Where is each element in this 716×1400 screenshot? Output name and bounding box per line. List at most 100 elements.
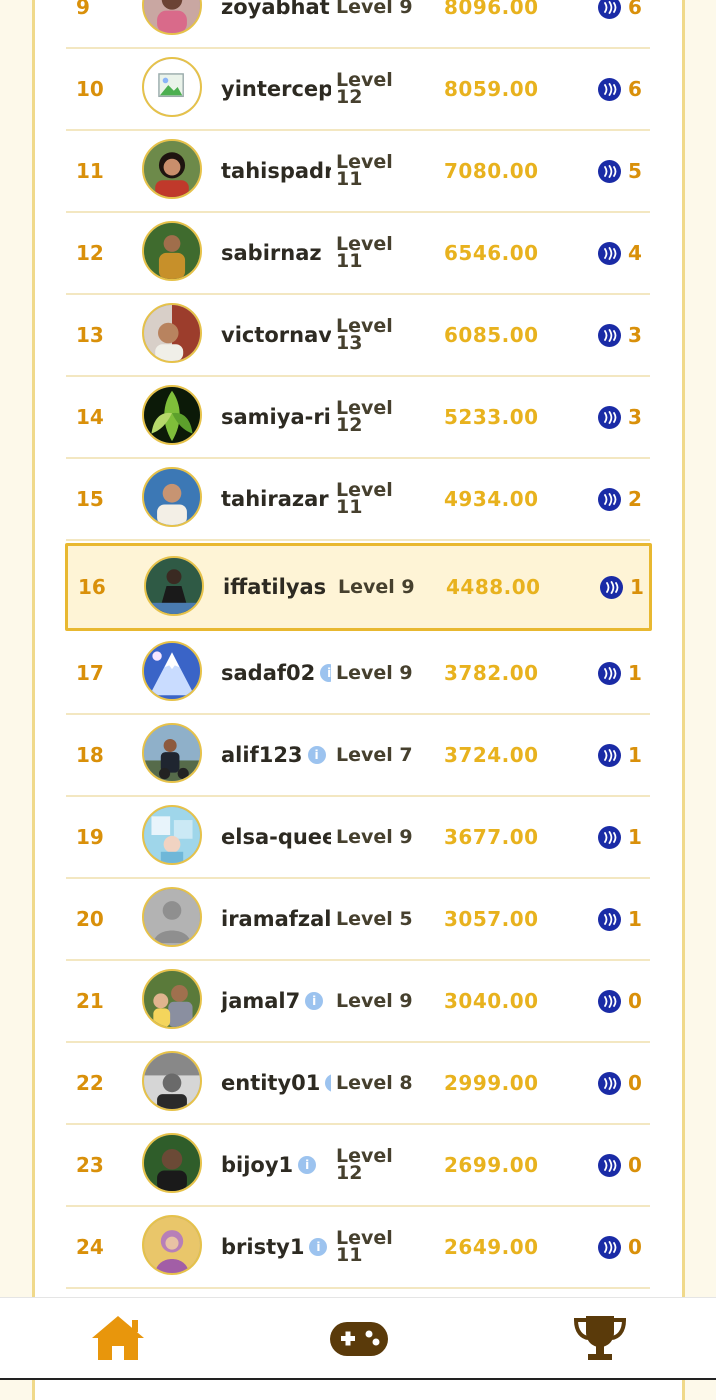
info-icon[interactable]: i bbox=[325, 1074, 331, 1092]
leaderboard-row[interactable]: 10 yintercep Level 12 8059.00 6 bbox=[66, 49, 650, 131]
username-cell[interactable]: bristy1 i bbox=[221, 1207, 331, 1287]
leaderboard-row[interactable]: 24 bristy1 i Level 11 2649.00 0 bbox=[66, 1207, 650, 1289]
reward-count: 1 bbox=[628, 743, 642, 767]
leaderboard-row[interactable]: 15 tahirazar Level 11 4934.00 2 bbox=[66, 459, 650, 541]
reward-count: 3 bbox=[628, 323, 642, 347]
leaderboard-row[interactable]: 13 victornav Level 13 6085.00 3 bbox=[66, 295, 650, 377]
leaderboard-row[interactable]: 14 samiya-ri Level 12 5233.00 3 bbox=[66, 377, 650, 459]
user-avatar[interactable] bbox=[142, 467, 202, 527]
avatar-image bbox=[144, 387, 200, 443]
user-avatar[interactable] bbox=[142, 969, 202, 1029]
user-avatar[interactable] bbox=[142, 1215, 202, 1275]
rank-number: 10 bbox=[76, 77, 104, 101]
trophy-icon bbox=[573, 1316, 627, 1360]
reward-cell: 1 bbox=[598, 633, 642, 713]
user-avatar[interactable] bbox=[142, 641, 202, 701]
reward-count: 1 bbox=[628, 661, 642, 685]
info-icon[interactable]: i bbox=[309, 1238, 328, 1256]
user-avatar[interactable] bbox=[142, 221, 202, 281]
user-avatar[interactable] bbox=[142, 139, 202, 199]
info-icon[interactable]: i bbox=[305, 992, 324, 1010]
username: tahirazar bbox=[221, 487, 329, 511]
steem-icon bbox=[598, 989, 621, 1013]
username-cell[interactable]: entity01i bbox=[221, 1043, 331, 1123]
nav-home-button[interactable] bbox=[88, 1312, 148, 1364]
username-cell[interactable]: jamal7 i bbox=[221, 961, 331, 1041]
gamepad-icon bbox=[330, 1322, 388, 1356]
username: alif123 bbox=[221, 743, 303, 767]
leaderboard-row[interactable]: 9 zoyabhat Level 9 8096.00 6 bbox=[66, 0, 650, 49]
user-level: Level 11 bbox=[336, 1227, 393, 1266]
reward-count: 0 bbox=[628, 989, 642, 1013]
username-cell[interactable]: yintercep bbox=[221, 49, 331, 129]
user-level: Level 12 bbox=[336, 1145, 393, 1184]
leaderboard-row[interactable]: 23 bijoy1 i Level 12 2699.00 0 bbox=[66, 1125, 650, 1207]
username-cell[interactable]: victornav bbox=[221, 295, 331, 375]
user-level: Level 5 bbox=[336, 907, 413, 930]
user-avatar[interactable] bbox=[144, 556, 204, 616]
rank-number: 17 bbox=[76, 661, 104, 685]
leaderboard-row[interactable]: 18 alif123 i Level 7 3724.00 1 bbox=[66, 715, 650, 797]
info-icon[interactable]: i bbox=[307, 746, 326, 764]
user-avatar[interactable] bbox=[142, 57, 202, 117]
user-score: 2699.00 bbox=[444, 1153, 539, 1177]
user-level: Level 9 bbox=[336, 0, 413, 18]
username-cell[interactable]: elsa-queen bbox=[221, 797, 331, 877]
username-cell[interactable]: iramafzal bbox=[221, 879, 331, 959]
nav-leaderboard-button[interactable] bbox=[570, 1312, 630, 1364]
username: sabirnaz bbox=[221, 241, 322, 265]
avatar-image bbox=[144, 807, 200, 863]
username: elsa-queen bbox=[221, 825, 331, 849]
user-avatar[interactable] bbox=[142, 1051, 202, 1111]
user-avatar[interactable] bbox=[142, 385, 202, 445]
rank-number: 24 bbox=[76, 1235, 104, 1259]
leaderboard-row[interactable]: 17 sadaf02 i Level 9 3782.00 1 bbox=[66, 633, 650, 715]
user-avatar[interactable] bbox=[142, 1133, 202, 1193]
username-cell[interactable]: sabirnaz bbox=[221, 213, 331, 293]
user-level: Level 13 bbox=[336, 315, 393, 354]
user-level: Level 11 bbox=[336, 233, 393, 272]
leaderboard-row-current-user[interactable]: 16 iffatilyas Level 9 4488.00 1 bbox=[65, 543, 652, 631]
user-avatar[interactable] bbox=[142, 723, 202, 783]
user-score: 6546.00 bbox=[444, 241, 539, 265]
reward-count: 4 bbox=[628, 241, 642, 265]
username-cell[interactable]: bijoy1 i bbox=[221, 1125, 331, 1205]
leaderboard-row[interactable]: 11 tahispadr Level 11 7080.00 5 bbox=[66, 131, 650, 213]
rank-number: 23 bbox=[76, 1153, 104, 1177]
leaderboard-row[interactable]: 21 jamal7 i Level 9 3040.00 0 bbox=[66, 961, 650, 1043]
steem-icon bbox=[600, 575, 623, 599]
reward-count: 5 bbox=[628, 159, 642, 183]
reward-count: 0 bbox=[628, 1235, 642, 1259]
leaderboard-row[interactable]: 20 iramafzal Level 5 3057.00 1 bbox=[66, 879, 650, 961]
username-cell[interactable]: iffatilyas bbox=[223, 547, 333, 627]
avatar-image bbox=[144, 971, 200, 1027]
reward-cell: 0 bbox=[598, 961, 642, 1041]
username-cell[interactable]: samiya-ri bbox=[221, 377, 331, 457]
avatar-image bbox=[144, 305, 200, 361]
nav-games-button[interactable] bbox=[328, 1312, 388, 1364]
username-cell[interactable]: sadaf02 i bbox=[221, 633, 331, 713]
user-avatar[interactable] bbox=[142, 805, 202, 865]
info-icon[interactable]: i bbox=[298, 1156, 317, 1174]
avatar-image bbox=[144, 1053, 200, 1109]
steem-icon bbox=[598, 1071, 621, 1095]
username-cell[interactable]: alif123 i bbox=[221, 715, 331, 795]
leaderboard-row[interactable]: 22entity01iLevel 82999.000 bbox=[66, 1043, 650, 1125]
avatar-image bbox=[144, 469, 200, 525]
user-level: Level 9 bbox=[336, 661, 413, 684]
username-cell[interactable]: zoyabhat bbox=[221, 0, 331, 47]
user-avatar[interactable] bbox=[142, 303, 202, 363]
steem-icon bbox=[598, 323, 621, 347]
avatar-image bbox=[144, 725, 200, 781]
user-avatar[interactable] bbox=[142, 0, 202, 35]
user-avatar[interactable] bbox=[142, 887, 202, 947]
leaderboard-row[interactable]: 19 elsa-queenLevel 9 3677.00 1 bbox=[66, 797, 650, 879]
user-score: 6085.00 bbox=[444, 323, 539, 347]
username-cell[interactable]: tahispadr bbox=[221, 131, 331, 211]
rank-number: 16 bbox=[78, 575, 106, 599]
username-cell[interactable]: tahirazar bbox=[221, 459, 331, 539]
leaderboard-row[interactable]: 12 sabirnaz Level 11 6546.00 4 bbox=[66, 213, 650, 295]
info-icon[interactable]: i bbox=[320, 664, 331, 682]
avatar-image bbox=[144, 889, 200, 945]
steem-icon bbox=[598, 0, 621, 19]
